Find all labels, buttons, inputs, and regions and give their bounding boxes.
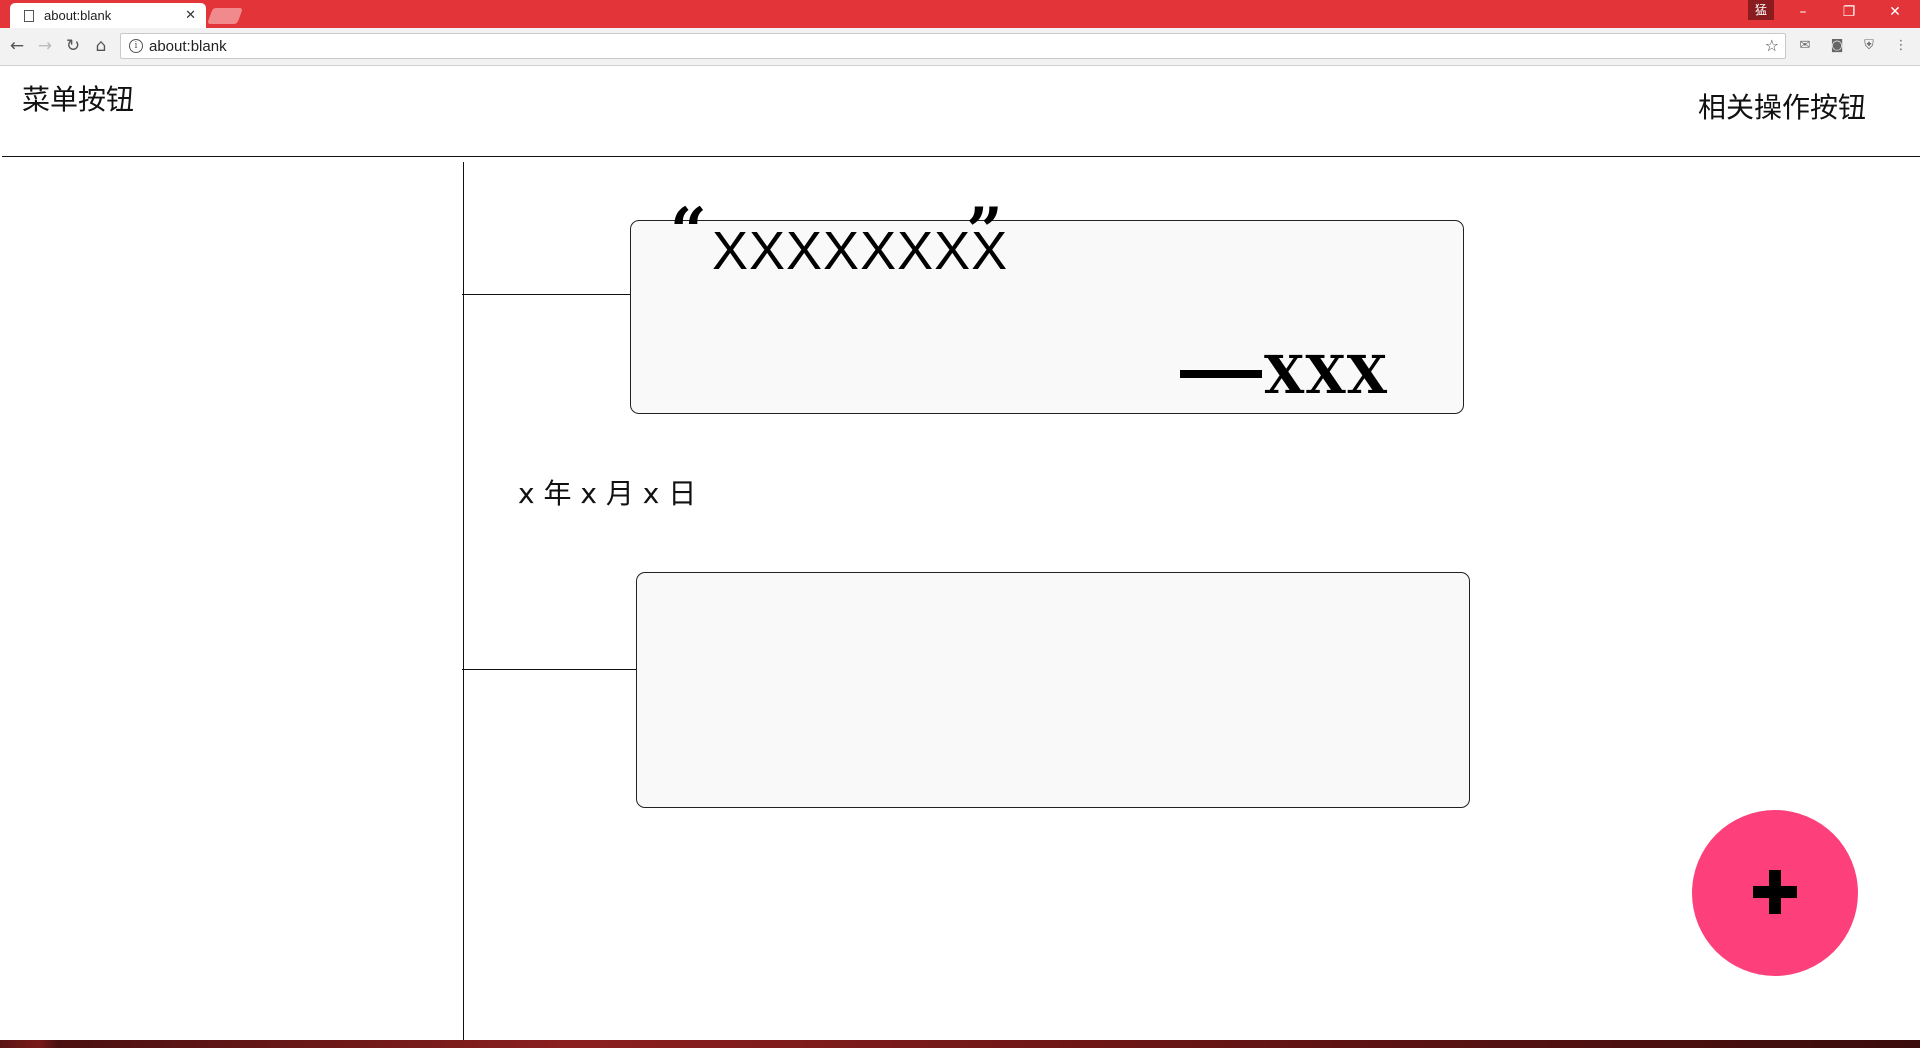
info-icon[interactable]: i (129, 39, 143, 53)
restore-button[interactable]: ❐ (1828, 0, 1870, 24)
close-window-button[interactable]: ✕ (1874, 0, 1916, 24)
empty-card[interactable] (636, 572, 1470, 808)
menu-button[interactable]: 菜单按钮 (22, 78, 134, 118)
timeline-date: x 年 x 月 x 日 (518, 477, 697, 510)
header-divider (2, 156, 1920, 157)
timeline-connector (462, 294, 630, 295)
home-icon[interactable]: ⌂ (90, 35, 112, 57)
related-actions-button[interactable]: 相关操作按钮 (1698, 86, 1866, 126)
back-arrow-icon[interactable]: ← (6, 35, 28, 57)
document-icon (24, 9, 34, 22)
url-text[interactable]: about:blank (149, 38, 227, 55)
address-bar[interactable]: i about:blank ☆ (120, 33, 1786, 59)
browser-titlebar: about:blank ✕ 猛 – ❐ ✕ (0, 0, 1920, 28)
browser-toolbar: ← → ↻ ⌂ i about:blank ☆ ✉ ◙ ⛨ ⋮ (0, 28, 1920, 66)
shield-extension-icon[interactable]: ⛨ (1860, 37, 1878, 55)
new-tab-button[interactable] (207, 8, 243, 24)
quote-author: XXX (1264, 345, 1389, 406)
tab-close-button[interactable]: ✕ (185, 8, 196, 23)
bookmark-star-icon[interactable]: ☆ (1765, 36, 1779, 55)
add-button[interactable] (1692, 810, 1858, 976)
quote-text: XXXXXXXX (712, 221, 1009, 281)
taskbar (0, 1040, 1920, 1048)
browser-tab[interactable]: about:blank ✕ (10, 3, 206, 28)
close-quote-mark: ” (966, 194, 1003, 269)
reload-icon[interactable]: ↻ (62, 35, 84, 57)
open-quote-mark: “ (670, 194, 707, 269)
profile-badge[interactable]: 猛 (1748, 0, 1774, 20)
minimize-button[interactable]: – (1782, 0, 1824, 24)
forward-arrow-icon[interactable]: → (34, 35, 56, 57)
tab-title: about:blank (44, 8, 112, 23)
attribution-dash (1180, 370, 1262, 378)
extension-icon[interactable]: ◙ (1828, 37, 1846, 55)
timeline-connector (462, 669, 636, 670)
menu-kebab-icon[interactable]: ⋮ (1892, 37, 1910, 55)
gmail-extension-icon[interactable]: ✉ (1796, 37, 1814, 55)
